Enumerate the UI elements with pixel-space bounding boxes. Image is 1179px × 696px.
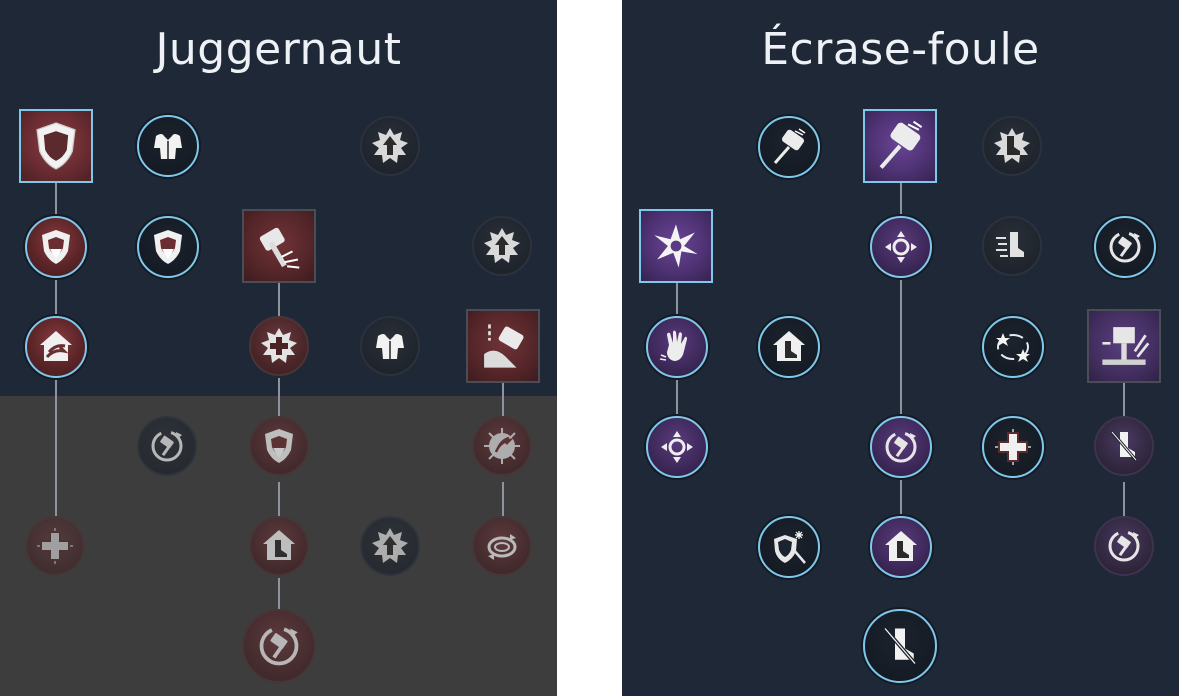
skill-node-boot-slash[interactable] <box>1094 416 1154 476</box>
star-cross-icon <box>259 326 299 366</box>
skill-node-grab-hand[interactable] <box>646 316 708 378</box>
arrows-burst-icon <box>881 227 921 267</box>
shield-arrow-down-icon <box>36 227 76 267</box>
skill-node-burst-swirl[interactable] <box>472 416 532 476</box>
star-arrow-up-icon <box>370 526 410 566</box>
skill-node-arrows-burst-2[interactable] <box>646 416 708 478</box>
hammer-strike-icon <box>873 119 927 173</box>
skill-node-chain-hammer[interactable] <box>466 309 540 383</box>
skill-tree-juggernaut: Juggernaut <box>0 0 557 696</box>
house-boot-icon <box>259 526 299 566</box>
burst-swirl-icon <box>482 426 522 466</box>
skill-node-star-arrow-up[interactable] <box>360 116 420 176</box>
skill-node-shield-arrow-down-2[interactable] <box>137 216 199 278</box>
skill-node-hammer-cycle-ultimate[interactable] <box>242 609 316 683</box>
hammer-cycle-icon <box>254 621 304 671</box>
skill-node-hammer-strike-2[interactable] <box>863 109 937 183</box>
hammer-cycle-icon <box>147 426 187 466</box>
skill-node-star-boot[interactable] <box>982 116 1042 176</box>
hammer-ground-icon <box>252 219 306 273</box>
skill-node-star-arrow-up-3[interactable] <box>360 516 420 576</box>
skill-node-hammer-cycle[interactable] <box>1094 216 1156 278</box>
boot-slash-icon <box>1104 426 1144 466</box>
arrows-burst-icon <box>657 427 697 467</box>
boot-slash-icon <box>875 621 925 671</box>
shield-arrow-down-icon <box>259 426 299 466</box>
medic-cross-icon <box>993 427 1033 467</box>
medic-cross-icon <box>35 526 75 566</box>
skill-node-arrows-burst[interactable] <box>870 216 932 278</box>
skill-node-hammer-cycle-3[interactable] <box>1094 516 1154 576</box>
skill-node-hammer-cycle-2[interactable] <box>870 416 932 478</box>
skill-node-dash-boot[interactable] <box>982 216 1042 276</box>
shatter-burst-icon <box>649 219 703 273</box>
skill-node-shield-arrow-down-3[interactable] <box>249 416 309 476</box>
skill-node-house-boot-2[interactable] <box>870 516 932 578</box>
skill-node-house-boot[interactable] <box>249 516 309 576</box>
shield-crack-icon <box>29 119 83 173</box>
ring-cycle-icon <box>482 526 522 566</box>
star-arrow-up-icon <box>482 226 522 266</box>
skill-node-hammer-cycle[interactable] <box>137 416 197 476</box>
skill-node-boot-slash-ultimate[interactable] <box>863 609 937 683</box>
skill-node-armor-sparkle[interactable] <box>360 316 420 376</box>
skill-node-star-cross[interactable] <box>249 316 309 376</box>
skill-node-star-arrow-up-2[interactable] <box>472 216 532 276</box>
skill-node-hammer-slam[interactable] <box>1087 309 1161 383</box>
skill-node-medic-cross[interactable] <box>25 516 85 576</box>
armor-sparkle-icon <box>370 326 410 366</box>
house-boot-icon <box>769 327 809 367</box>
armor-torso-icon <box>148 126 188 166</box>
house-boot-icon <box>881 527 921 567</box>
skill-node-house-boot[interactable] <box>758 316 820 378</box>
star-boot-icon <box>992 126 1032 166</box>
star-orbit-icon <box>993 327 1033 367</box>
skill-node-medic-cross[interactable] <box>982 416 1044 478</box>
grab-hand-icon <box>657 327 697 367</box>
dash-boot-icon <box>992 226 1032 266</box>
hammer-cycle-icon <box>1104 526 1144 566</box>
skill-node-hammer-ground[interactable] <box>242 209 316 283</box>
skill-node-shatter-burst[interactable] <box>639 209 713 283</box>
skill-node-house-swirl[interactable] <box>25 316 87 378</box>
house-swirl-icon <box>36 327 76 367</box>
skill-node-ring-cycle[interactable] <box>472 516 532 576</box>
skill-node-star-orbit[interactable] <box>982 316 1044 378</box>
hammer-cycle-icon <box>881 427 921 467</box>
hammer-strike-icon <box>769 127 809 167</box>
star-arrow-up-icon <box>370 126 410 166</box>
skill-node-hammer-strike[interactable] <box>758 116 820 178</box>
skill-node-armor-torso[interactable] <box>137 115 199 177</box>
skill-node-shield-sword-frost[interactable] <box>758 516 820 578</box>
skill-node-shield-crack[interactable] <box>19 109 93 183</box>
hammer-slam-icon <box>1097 319 1151 373</box>
hammer-cycle-icon <box>1105 227 1145 267</box>
shield-arrow-down-icon <box>148 227 188 267</box>
shield-sword-frost-icon <box>769 527 809 567</box>
skill-node-shield-arrow-down[interactable] <box>25 216 87 278</box>
chain-hammer-icon <box>476 319 530 373</box>
skill-tree-ecrase-foule: Écrase-foule <box>622 0 1179 696</box>
